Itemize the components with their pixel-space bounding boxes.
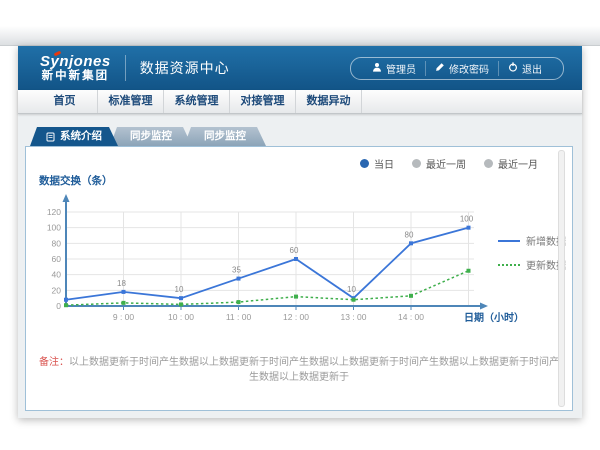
panel-scrollbar[interactable] (558, 150, 565, 407)
chart-legend: 新增数据 更新数据 (498, 233, 566, 281)
app-window: Synjones 新中新集团 数据资源中心 管理员 修改密码 (18, 46, 582, 418)
nav-item-data-change[interactable]: 数据异动 (296, 90, 362, 113)
period-filter-group: 当日 最近一周 最近一月 (360, 156, 538, 171)
svg-text:80: 80 (52, 238, 62, 248)
logo-secondary-text: 新中新集团 (40, 71, 111, 83)
svg-text:35: 35 (232, 266, 241, 275)
logout-label: 退出 (522, 61, 542, 76)
svg-text:60: 60 (52, 254, 62, 264)
current-user-button[interactable]: 管理员 (363, 61, 425, 76)
logo-primary-text: Synjones (40, 54, 111, 69)
user-label: 管理员 (386, 61, 416, 76)
svg-text:100: 100 (47, 223, 61, 233)
radio-label: 当日 (374, 156, 394, 171)
chart-area: 0 20 40 60 80 100 120 9 : 00 10 : 00 11 : 00 12 : … (36, 185, 526, 343)
brand-logo: Synjones 新中新集团 (40, 54, 111, 83)
logout-button[interactable]: 退出 (498, 61, 551, 76)
legend-item-updated-data[interactable]: 更新数据 (498, 257, 566, 272)
svg-text:11 : 00: 11 : 00 (226, 312, 252, 322)
header: Synjones 新中新集团 数据资源中心 管理员 修改密码 (18, 46, 582, 90)
svg-text:100: 100 (460, 215, 474, 224)
radio-today[interactable]: 当日 (360, 156, 394, 171)
svg-text:18: 18 (117, 279, 126, 288)
change-password-button[interactable]: 修改密码 (425, 61, 498, 76)
tab-bar: 系统介绍 同步监控 同步监控 (30, 127, 266, 146)
legend-item-new-data[interactable]: 新增数据 (498, 233, 566, 248)
edit-icon (435, 62, 449, 75)
svg-text:60: 60 (290, 246, 299, 255)
svg-text:10: 10 (347, 285, 356, 294)
svg-text:13 : 00: 13 : 00 (341, 312, 367, 322)
solid-line-swatch-icon (498, 240, 520, 242)
page-title: 数据资源中心 (140, 58, 230, 78)
radio-unselected-icon (412, 159, 421, 168)
nav-item-system-mgmt[interactable]: 系统管理 (164, 90, 230, 113)
content-panel: 当日 最近一周 最近一月 数据交换（条） 0204060801001209 : … (25, 146, 573, 411)
tab-label: 同步监控 (130, 127, 172, 146)
footnote: 备注：以上数据更新于时间产生数据以上数据更新于时间产生数据以上数据更新于时间产生… (36, 353, 562, 383)
line-chart-svg: 0 20 40 60 80 100 120 9 : 00 10 : 00 11 : 00 12 : … (36, 185, 526, 343)
nav-item-interface-mgmt[interactable]: 对接管理 (230, 90, 296, 113)
tab-label: 同步监控 (204, 127, 246, 146)
tab-label: 系统介绍 (60, 127, 102, 146)
svg-text:12 : 00: 12 : 00 (283, 312, 309, 322)
radio-unselected-icon (484, 159, 493, 168)
user-icon (372, 62, 386, 75)
svg-text:0: 0 (56, 301, 61, 311)
radio-label: 最近一月 (498, 156, 538, 171)
footnote-text: 以上数据更新于时间产生数据以上数据更新于时间产生数据以上数据更新于时间产生数据以… (69, 357, 559, 383)
header-divider (125, 55, 126, 81)
change-password-label: 修改密码 (449, 61, 489, 76)
tab-sync-monitor-2[interactable]: 同步监控 (184, 127, 266, 146)
footnote-prefix: 备注： (39, 357, 69, 368)
main-nav: 首页 标准管理 系统管理 对接管理 数据异动 (18, 90, 582, 114)
document-icon (46, 132, 55, 142)
svg-text:10 : 00: 10 : 00 (168, 312, 194, 322)
svg-text:9 : 00: 9 : 00 (113, 312, 135, 322)
svg-text:日期（小时）: 日期（小时） (464, 311, 524, 324)
dotted-line-swatch-icon (498, 264, 520, 266)
svg-text:20: 20 (52, 285, 62, 295)
tab-system-intro[interactable]: 系统介绍 (30, 127, 118, 146)
tab-sync-monitor-1[interactable]: 同步监控 (110, 127, 192, 146)
nav-item-standard-mgmt[interactable]: 标准管理 (98, 90, 164, 113)
svg-text:120: 120 (47, 207, 61, 217)
svg-text:40: 40 (52, 270, 62, 280)
radio-last-month[interactable]: 最近一月 (484, 156, 538, 171)
svg-text:10: 10 (175, 285, 184, 294)
logout-icon (508, 62, 522, 75)
user-toolbar: 管理员 修改密码 退出 (350, 57, 564, 80)
radio-selected-icon (360, 159, 369, 168)
svg-text:14 : 00: 14 : 00 (398, 312, 424, 322)
nav-item-home[interactable]: 首页 (32, 90, 98, 113)
radio-label: 最近一周 (426, 156, 466, 171)
svg-text:80: 80 (405, 230, 414, 239)
radio-last-week[interactable]: 最近一周 (412, 156, 466, 171)
top-band (0, 26, 600, 46)
